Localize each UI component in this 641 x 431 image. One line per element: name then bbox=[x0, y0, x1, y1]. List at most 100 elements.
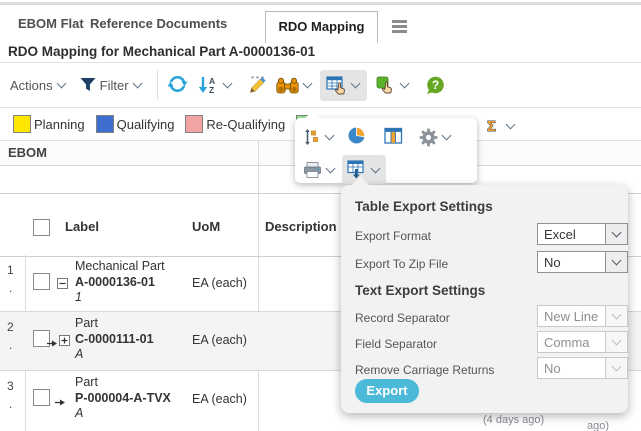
row-number: 1 bbox=[7, 263, 14, 277]
edit-pencil-icon[interactable] bbox=[247, 76, 267, 94]
legend-label: Planning bbox=[34, 117, 85, 132]
legend-swatch-requalifying bbox=[185, 115, 203, 133]
item-revision: 1 bbox=[75, 290, 165, 306]
tab-reference-documents[interactable]: Reference Documents bbox=[90, 16, 227, 31]
pie-chart-icon bbox=[347, 126, 366, 145]
text-export-settings-title: Text Export Settings bbox=[355, 283, 485, 298]
column-header-label[interactable]: Label bbox=[65, 219, 99, 234]
row-number-dot: . bbox=[9, 281, 12, 295]
chevron-down-icon bbox=[326, 163, 336, 173]
remove-carriage-returns-select: No bbox=[537, 357, 628, 379]
field-separator-select: Comma bbox=[537, 331, 628, 353]
main-toolbar: Actions Filter A Z bbox=[0, 63, 641, 107]
item-type: Part bbox=[75, 375, 171, 391]
toolbar-separator bbox=[157, 70, 158, 100]
top-divider bbox=[0, 2, 641, 5]
uom-cell: EA (each) bbox=[192, 333, 247, 347]
chevron-down-icon bbox=[605, 306, 627, 326]
sort-az-button[interactable]: A Z bbox=[197, 76, 233, 94]
chevron-down-icon bbox=[222, 79, 232, 89]
export-format-select[interactable]: Excel bbox=[537, 223, 628, 245]
sigma-icon: Σ bbox=[485, 117, 502, 135]
chevron-down-icon bbox=[605, 252, 627, 272]
chevron-down-icon bbox=[371, 163, 381, 173]
field-separator-label: Field Separator bbox=[355, 337, 437, 351]
order-button[interactable] bbox=[303, 128, 335, 146]
uom-cell: EA (each) bbox=[192, 276, 247, 290]
actions-menu-button[interactable]: Actions bbox=[10, 78, 67, 93]
table-export-icon bbox=[347, 160, 367, 179]
chevron-down-icon bbox=[132, 79, 142, 89]
select-hand-icon bbox=[376, 76, 396, 95]
item-type: Mechanical Part bbox=[75, 259, 165, 275]
record-separator-select: New Line bbox=[537, 305, 628, 327]
svg-text:Σ: Σ bbox=[487, 118, 496, 135]
search-binoculars-button[interactable] bbox=[276, 77, 313, 94]
filter-menu-button[interactable]: Filter bbox=[100, 78, 143, 93]
column-header-uom[interactable]: UoM bbox=[192, 219, 220, 234]
item-id: P-000004-A-TVX bbox=[75, 391, 171, 407]
column-header-description[interactable]: Description bbox=[265, 219, 337, 234]
label-cell: Part P-000004-A-TVX A bbox=[75, 375, 171, 422]
export-button[interactable]: Export bbox=[355, 379, 419, 403]
row-checkbox[interactable] bbox=[33, 389, 50, 406]
svg-text:?: ? bbox=[431, 78, 438, 92]
table-columns-icon bbox=[384, 127, 403, 145]
table-export-settings-popup: Table Export Settings Export Format Exce… bbox=[341, 185, 628, 413]
expand-plus-icon[interactable] bbox=[59, 335, 70, 346]
export-format-label: Export Format bbox=[355, 229, 431, 243]
gear-icon bbox=[419, 128, 438, 147]
printer-icon bbox=[303, 161, 322, 179]
item-id: C-0000111-01 bbox=[75, 332, 154, 348]
chevron-down-icon bbox=[605, 358, 627, 378]
chevron-down-icon bbox=[350, 79, 360, 89]
pie-chart-button[interactable] bbox=[347, 126, 366, 148]
legend-swatch-planning bbox=[13, 115, 31, 133]
hamburger-menu-icon[interactable] bbox=[392, 20, 407, 36]
section-title: EBOM bbox=[8, 145, 47, 160]
clipped-timestamp-text: ago) bbox=[587, 420, 609, 431]
table-export-settings-title: Table Export Settings bbox=[355, 199, 493, 214]
filter-funnel-icon[interactable] bbox=[79, 77, 98, 93]
legend-label: Re-Qualifying bbox=[206, 117, 285, 132]
tab-rdo-mapping[interactable]: RDO Mapping bbox=[265, 11, 378, 43]
row-checkbox[interactable] bbox=[33, 273, 50, 290]
export-grid-pointer-button[interactable] bbox=[320, 70, 367, 101]
item-revision: A bbox=[75, 347, 154, 363]
table-columns-button[interactable] bbox=[384, 127, 403, 148]
export-zip-select[interactable]: No bbox=[537, 251, 628, 273]
chevron-down-icon bbox=[56, 79, 66, 89]
export-zip-label: Export To Zip File bbox=[355, 257, 448, 271]
page-title: RDO Mapping for Mechanical Part A-000013… bbox=[8, 44, 315, 59]
chevron-down-icon bbox=[399, 79, 409, 89]
row-number: 2 bbox=[7, 320, 14, 334]
record-separator-label: Record Separator bbox=[355, 311, 450, 325]
grid-tools-popup bbox=[295, 118, 477, 183]
chevron-down-icon bbox=[325, 131, 335, 141]
chevron-down-icon bbox=[605, 224, 627, 244]
reference-arrow-icon bbox=[47, 339, 58, 348]
remove-carriage-returns-label: Remove Carriage Returns bbox=[355, 363, 494, 377]
print-button[interactable] bbox=[303, 161, 336, 179]
row-number-dot: . bbox=[9, 338, 12, 352]
label-cell: Part C-0000111-01 A bbox=[75, 316, 154, 363]
item-type: Part bbox=[75, 316, 154, 332]
label-cell: Mechanical Part A-0000136-01 1 bbox=[75, 259, 165, 306]
help-icon[interactable]: ? bbox=[426, 76, 445, 95]
row-number: 3 bbox=[7, 379, 14, 393]
order-icon bbox=[303, 128, 321, 146]
rdo-mapping-screen: EBOM Flat Reference Documents RDO Mappin… bbox=[0, 0, 641, 431]
export-grid-pointer-icon bbox=[326, 76, 347, 95]
select-all-checkbox[interactable] bbox=[33, 219, 50, 236]
refresh-icon[interactable] bbox=[167, 76, 188, 94]
sigma-summary-button[interactable]: Σ bbox=[485, 117, 516, 135]
collapse-minus-icon[interactable] bbox=[57, 278, 68, 289]
tab-ebom-flat[interactable]: EBOM Flat bbox=[18, 16, 84, 31]
settings-gear-button[interactable] bbox=[419, 128, 452, 147]
legend-swatch-qualifying bbox=[96, 115, 114, 133]
uom-cell: EA (each) bbox=[192, 392, 247, 406]
select-hand-button[interactable] bbox=[376, 76, 410, 95]
chevron-down-icon bbox=[506, 120, 516, 130]
item-id: A-0000136-01 bbox=[75, 275, 165, 291]
row-number-dot: . bbox=[9, 397, 12, 411]
